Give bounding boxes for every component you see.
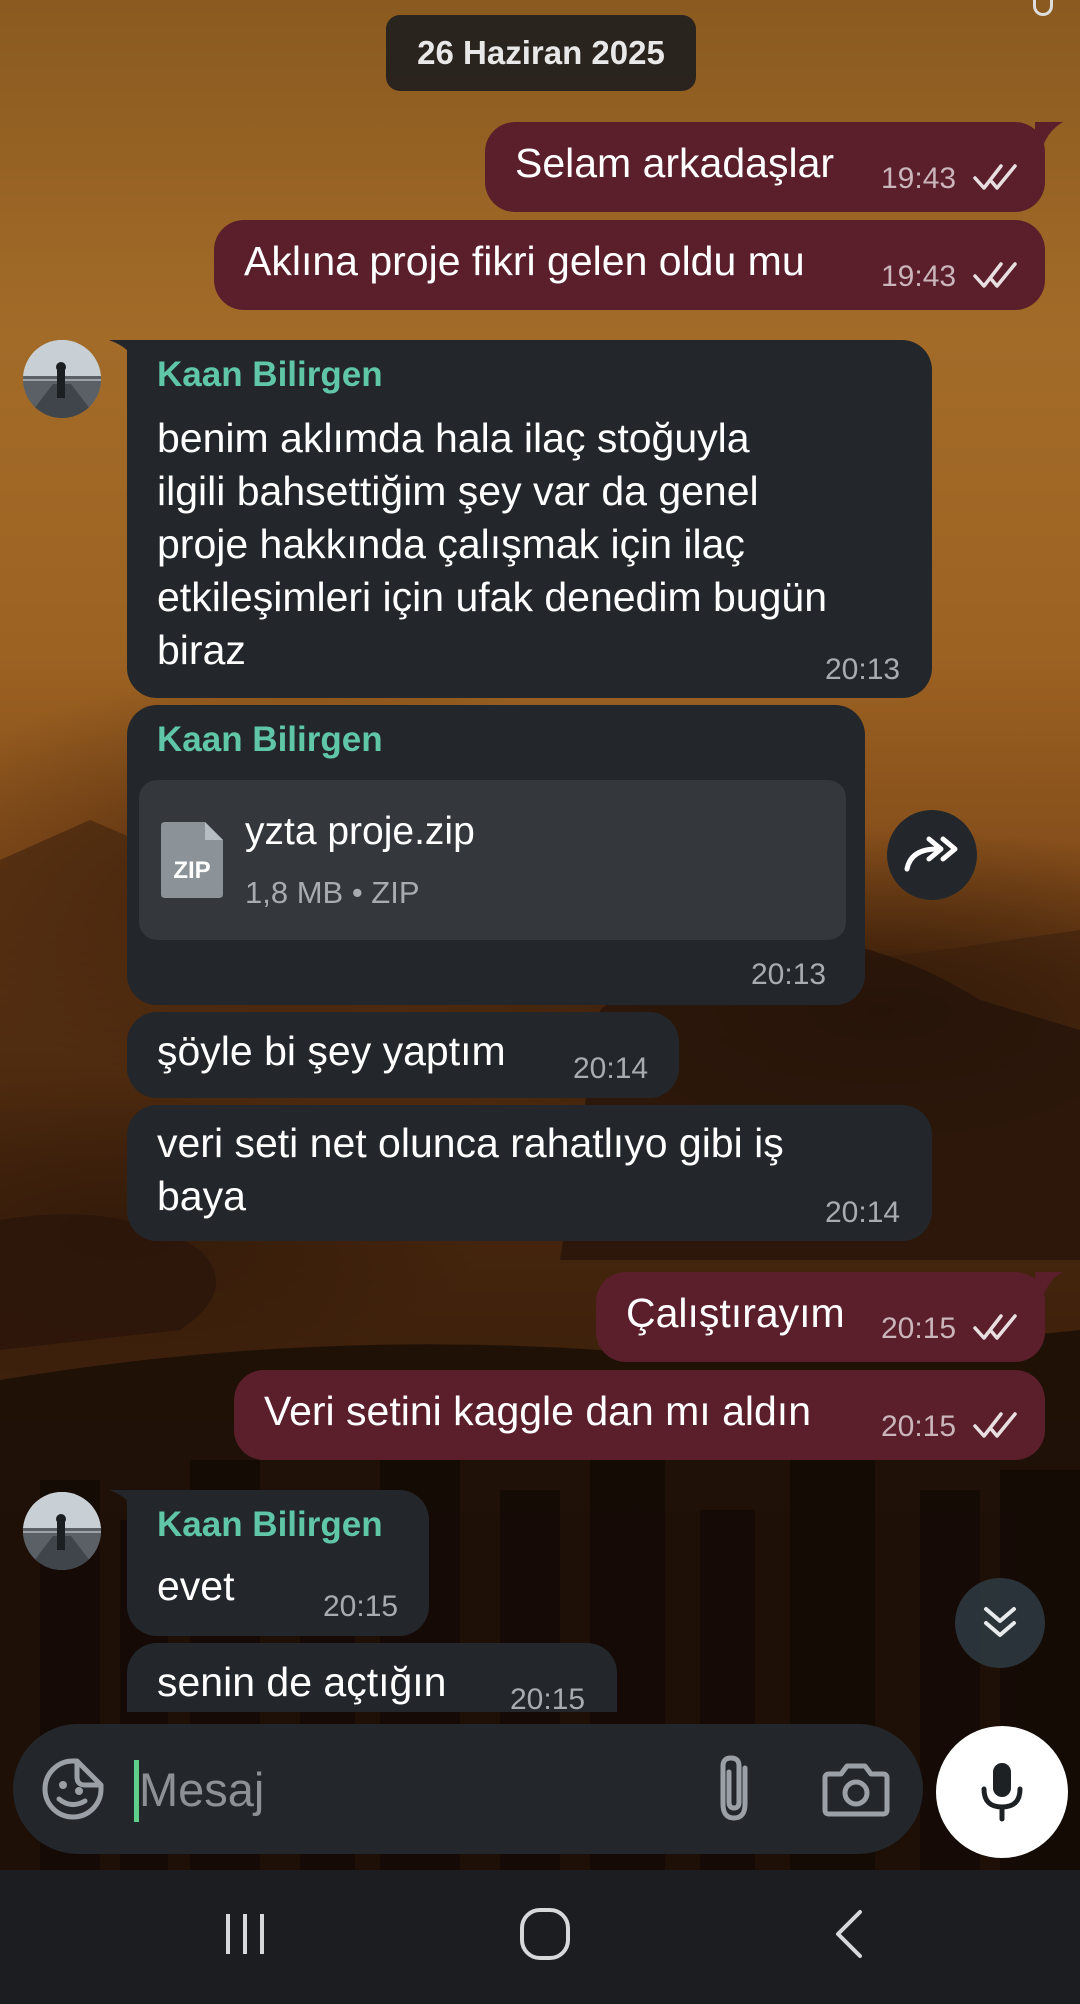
double-check-icon <box>973 1314 1017 1340</box>
avatar[interactable] <box>23 340 101 418</box>
date-separator: 26 Haziran 2025 <box>386 15 696 91</box>
message-text: etkileşimleri için ufak denedim bugün <box>157 574 828 620</box>
message-text: Çalıştırayım <box>626 1290 845 1336</box>
message-composer <box>13 1724 923 1854</box>
message-text: proje hakkında çalışmak için ilaç <box>157 521 745 567</box>
message-input[interactable] <box>139 1744 679 1834</box>
message-list[interactable]: 26 Haziran 2025 Selam arkadaşlar 19:43 A… <box>0 0 1080 1712</box>
sender-name[interactable]: Kaan Bilirgen <box>157 355 383 395</box>
message-text: veri seti net olunca rahatlıyo gibi iş <box>157 1120 784 1166</box>
file-meta: 1,8 MB • ZIP <box>245 875 420 910</box>
system-navigation-bar <box>0 1870 1080 2004</box>
bubble-tail <box>1035 1272 1063 1296</box>
message-time: 20:15 <box>510 1683 586 1712</box>
message-time: 19:43 <box>881 260 957 293</box>
sender-name[interactable]: Kaan Bilirgen <box>157 1505 383 1545</box>
message-bubble-incoming[interactable]: şöyle bi şey yaptım 20:14 <box>127 1012 679 1098</box>
message-text: baya <box>157 1173 246 1219</box>
message-bubble-incoming[interactable]: veri seti net olunca rahatlıyo gibi iş b… <box>127 1105 932 1241</box>
avatar-photo <box>23 340 101 418</box>
microphone-icon <box>981 1763 1023 1822</box>
message-time: 20:14 <box>573 1052 649 1085</box>
back-icon[interactable] <box>830 1908 866 1960</box>
voice-message-button[interactable] <box>936 1726 1068 1858</box>
file-attachment[interactable]: ZIP yzta proje.zip 1,8 MB • ZIP <box>139 780 846 940</box>
file-name: yzta proje.zip <box>245 810 475 853</box>
message-time: 20:13 <box>751 958 827 991</box>
message-time: 20:13 <box>825 653 901 686</box>
bubble-tail <box>109 340 137 364</box>
bubble-tail <box>109 1490 137 1514</box>
paperclip-icon[interactable] <box>701 1752 771 1826</box>
message-bubble-outgoing[interactable]: Aklına proje fikri gelen oldu mu 19:43 <box>214 220 1045 310</box>
message-bubble-incoming[interactable]: Kaan Bilirgen benim aklımda hala ilaç st… <box>109 340 932 698</box>
message-text: biraz <box>157 627 246 673</box>
message-text: senin de açtığın <box>157 1659 447 1705</box>
recent-apps-icon[interactable] <box>220 1910 270 1958</box>
message-text: Veri setini kaggle dan mı aldın <box>264 1388 811 1434</box>
message-text: evet <box>157 1563 235 1609</box>
zip-file-icon: ZIP <box>161 822 223 898</box>
message-text: ilgili bahsettiğim şey var da genel <box>157 468 759 514</box>
message-text: şöyle bi şey yaptım <box>157 1028 506 1074</box>
message-time: 20:15 <box>881 1312 957 1345</box>
forward-icon <box>904 836 958 872</box>
forward-button[interactable] <box>887 810 977 900</box>
home-icon[interactable] <box>518 1906 572 1962</box>
double-check-icon <box>973 164 1017 190</box>
zip-badge-text: ZIP <box>173 857 210 884</box>
message-time: 20:15 <box>881 1410 957 1443</box>
message-bubble-incoming[interactable]: senin de açtığın 20:15 <box>127 1643 617 1712</box>
message-text: benim aklımda hala ilaç stoğuyla <box>157 415 750 461</box>
scroll-to-bottom-button[interactable] <box>955 1578 1045 1668</box>
message-bubble-outgoing[interactable]: Selam arkadaşlar 19:43 <box>485 122 1063 212</box>
double-chevron-down-icon <box>984 1607 1016 1637</box>
message-bubble-incoming-file[interactable]: Kaan Bilirgen ZIP yzta proje.zip 1,8 MB … <box>127 705 865 1005</box>
bubble-tail <box>1035 122 1063 146</box>
message-time: 20:14 <box>825 1196 901 1229</box>
sticker-emoji-icon[interactable] <box>41 1757 105 1821</box>
message-text: Aklına proje fikri gelen oldu mu <box>244 238 805 284</box>
message-time: 20:15 <box>323 1590 399 1623</box>
avatar-photo <box>23 1492 101 1570</box>
message-bubble-incoming[interactable]: Kaan Bilirgen evet 20:15 <box>109 1490 429 1636</box>
sender-name[interactable]: Kaan Bilirgen <box>157 720 383 760</box>
message-bubble-outgoing[interactable]: Çalıştırayım 20:15 <box>596 1272 1063 1362</box>
top-status-fragment <box>1033 0 1053 16</box>
message-bubble-outgoing[interactable]: Veri setini kaggle dan mı aldın 20:15 <box>234 1370 1045 1460</box>
double-check-icon <box>973 262 1017 288</box>
message-time: 19:43 <box>881 162 957 195</box>
double-check-icon <box>973 1412 1017 1438</box>
camera-icon[interactable] <box>821 1754 891 1824</box>
avatar[interactable] <box>23 1492 101 1570</box>
message-text: Selam arkadaşlar <box>515 140 835 186</box>
